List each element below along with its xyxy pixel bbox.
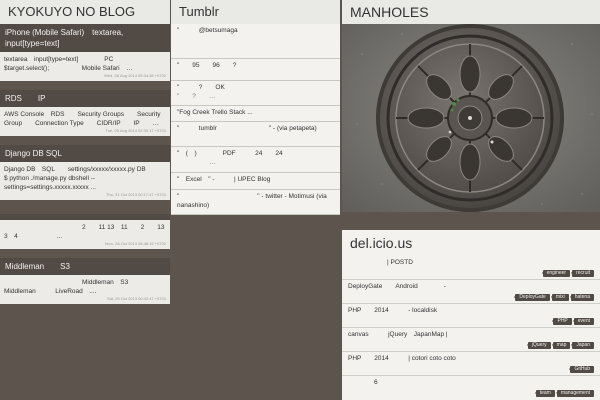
bookmark-tags: engineer recruit [348,268,594,279]
bookmark-item: DeployGate Android - DeployGate mixi haten… [342,280,600,304]
tumblr-item-text: " ( ) PDF 24 24 [177,150,283,157]
bookmark-title[interactable]: 6 [348,378,594,388]
tumblr-item-text: " tumblr " - (via petapeta) [177,125,317,132]
bookmark-title[interactable]: DeployGate Android - [348,282,594,292]
blog-post-excerpt: textarea input[type=text] PC $target.sel… [4,56,133,72]
bookmark-item: canvas jQuery JapanMap | jQuery map Japan [342,328,600,352]
bookmark-tags: PHP event [348,316,594,327]
bookmark-tag[interactable]: PHP [553,318,572,325]
tumblr-item[interactable]: " ( ) PDF 24 24 … [171,147,340,173]
manholes-panel: MANHOLES [342,0,600,212]
tumblr-item-text: "Fog Creek Trello Stack ... [177,109,253,116]
bookmark-title[interactable]: canvas jQuery JapanMap | [348,330,594,340]
bookmark-tag[interactable]: recruit [572,270,594,277]
blog-post-excerpt: Middleman S3 Middleman LiveRoad .... [4,279,142,295]
bookmark-title[interactable]: PHP 2014 - localdisk [348,306,594,316]
bookmark-tag[interactable]: DeployGate [515,294,550,301]
tumblr-item-subtext: " ? … [177,92,216,100]
blog-title[interactable]: KYOKUYO NO BLOG [0,0,170,24]
tumblr-item[interactable]: " @betsumaga [171,24,340,59]
tumblr-item[interactable]: " Excel " - | UPEC Blog [171,173,340,190]
manhole-photo[interactable] [342,24,600,212]
blog-post-body: Middleman S3 Middleman LiveRoad .... Sat… [0,275,170,304]
bookmark-tag[interactable]: jQuery [527,342,551,349]
blog-post-date: Mon, 28 Oct 2013 08:46:15 +0700 [105,241,166,246]
blog-post-date: Thu, 31 Oct 2013 00:17:47 +0700 [106,192,166,197]
blog-post-title[interactable]: Middleman S3 [0,258,170,275]
bookmark-tags: GitHub [348,364,594,375]
bookmark-item: PHP 2014 | cotori coto coto GitHub [342,352,600,376]
tumblr-item-text: " " - twitter - Motimusi (via nanashino) [177,193,327,209]
tumblr-item[interactable]: " 95 96 ? [171,59,340,81]
tumblr-item[interactable]: " ? OK " ? … [171,81,340,106]
tumblr-item-subtext: … [177,158,217,166]
blog-post-body: Django DB SQL settings/xxxxx/xxxxx.py DB… [0,162,170,200]
bookmark-item: | POSTD engineer recruit [342,256,600,280]
tumblr-item-text: " 95 96 ? [177,62,237,69]
blog-post: RDS IP AWS Console RDS Security Groups S… [0,90,170,136]
blog-post-excerpt: AWS Console RDS Security Groups Security… [4,111,161,127]
tumblr-column: Tumblr " @betsumaga " 95 96 ? " ? OK " ?… [171,0,340,215]
blog-post: iPhone (Mobile Safari) textarea, input[t… [0,24,170,81]
bookmark-tag[interactable]: team [535,390,555,397]
blog-post-body: 2 11 13 11 2 13 3 4 ... Mon, 28 Oct 2013… [0,220,178,249]
blog-column: KYOKUYO NO BLOG iPhone (Mobile Safari) t… [0,0,178,304]
bookmark-tag[interactable]: engineer [542,270,571,277]
tumblr-item-text: " @betsumaga [177,27,238,34]
delicious-panel: del.icio.us | POSTD engineer recruit Depl… [342,230,600,400]
blog-post-title[interactable]: RDS IP [0,90,170,107]
bookmark-tags: team management [348,388,594,399]
bookmark-tag[interactable]: Japan [572,342,594,349]
blog-post-date: Sat, 26 Oct 2013 00:42:47 +0700 [106,296,166,301]
tumblr-title[interactable]: Tumblr [171,0,340,24]
blog-post-body: AWS Console RDS Security Groups Security… [0,107,170,136]
blog-post-body: textarea input[type=text] PC $target.sel… [0,52,170,81]
manhole-cover-image [342,24,600,212]
blog-post-title[interactable]: Django DB SQL [0,145,170,162]
bookmark-tag[interactable]: map [552,342,571,349]
bookmark-tags: jQuery map Japan [348,340,594,351]
tumblr-item-text: " ? OK [177,84,225,91]
delicious-title[interactable]: del.icio.us [342,230,600,256]
manholes-title[interactable]: MANHOLES [342,0,600,24]
blog-post-excerpt: Django DB SQL settings/xxxxx/xxxxx.py DB… [4,166,166,191]
blog-post-date: Tue, 05 Aug 2014 02:30:17 +0700 [105,128,166,133]
tumblr-item[interactable]: " tumblr " - (via petapeta) [171,122,340,147]
bookmark-tags: DeployGate mixi hatena [348,292,594,303]
bookmark-item: 6 team management [342,376,600,399]
tumblr-item[interactable]: " " - twitter - Motimusi (via nanashino) [171,190,340,215]
bookmark-title[interactable]: | POSTD [348,258,594,268]
blog-post-excerpt: 2 11 13 11 2 13 3 4 ... [4,224,178,240]
blog-post: Django DB SQL Django DB SQL settings/xxx… [0,145,170,200]
bookmark-tag[interactable]: hatena [570,294,594,301]
blog-post: Middleman S3 Middleman S3 Middleman Live… [0,258,170,304]
bookmark-tag[interactable]: event [573,318,594,325]
blog-post-date: Wed, 06 Aug 2014 05:34:38 +0700 [104,73,166,78]
tumblr-item-text: " Excel " - | UPEC Blog [177,176,271,183]
bookmark-tag[interactable]: GitHub [570,366,594,373]
bookmark-item: PHP 2014 - localdisk PHP event [342,304,600,328]
blog-post-title[interactable]: iPhone (Mobile Safari) textarea, input[t… [0,24,170,52]
bookmark-title[interactable]: PHP 2014 | cotori coto coto [348,354,594,364]
bookmark-tag[interactable]: mixi [551,294,569,301]
tumblr-item[interactable]: "Fog Creek Trello Stack ... [171,106,340,122]
blog-post: 2 11 13 11 2 13 3 4 ... Mon, 28 Oct 2013… [0,214,178,249]
bookmark-tag[interactable]: management [556,390,594,397]
